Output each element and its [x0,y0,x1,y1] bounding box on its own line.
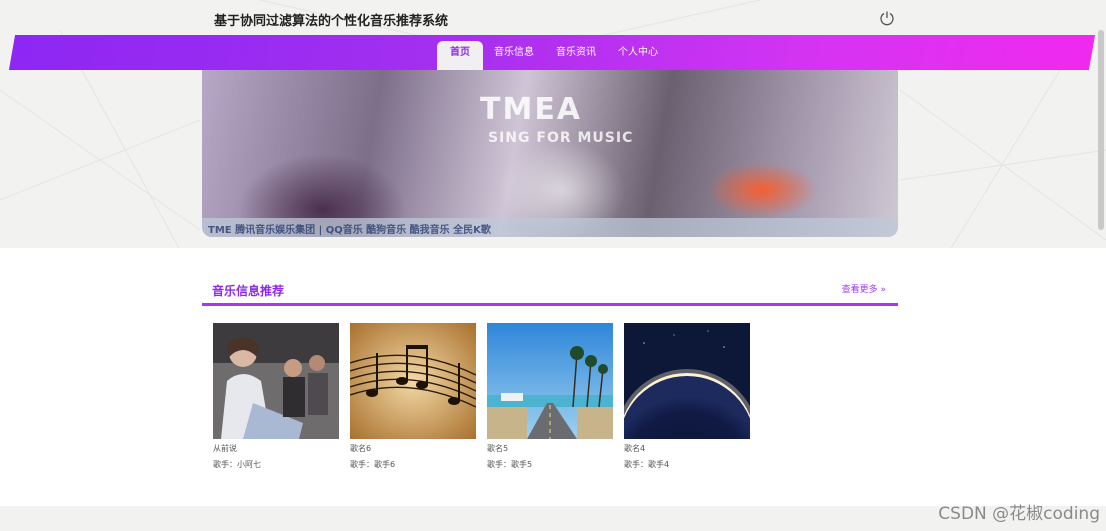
singer-photo-icon [213,323,339,439]
singer-name: 歌手：歌手6 [350,460,396,469]
content-area: 音乐信息推荐 查看更多 » 从前说 歌手：小阿七 歌名6 歌手：歌手6 歌名5 … [0,248,1106,506]
nav-item-music-info[interactable]: 音乐信息 [483,40,545,66]
music-card[interactable]: 歌名6 歌手：歌手6 [350,323,476,470]
music-notes-icon [350,323,476,439]
banner-subtitle: SING FOR MUSIC [488,130,634,146]
banner-carousel[interactable]: TMEA SING FOR MUSIC TME 腾讯音乐娱乐集团 | QQ音乐 … [202,70,898,237]
top-bar: 基于协同过滤算法的个性化音乐推荐系统 [0,0,1106,36]
album-cover[interactable] [213,323,339,439]
nav-item-personal-center[interactable]: 个人中心 [607,40,669,66]
page-scrollbar[interactable] [1098,30,1104,230]
song-name: 从前说 [213,444,237,453]
banner-sponsor-strip: TME 腾讯音乐娱乐集团 | QQ音乐 酷狗音乐 酷我音乐 全民K歌 [202,218,898,237]
song-name: 歌名4 [624,444,646,453]
main-nav: 首页 音乐信息 音乐资讯 个人中心 [0,35,1106,70]
singer-name: 歌手：歌手4 [624,460,670,469]
logout-button[interactable] [878,9,896,27]
banner-sponsor-text: TME 腾讯音乐娱乐集团 | QQ音乐 酷狗音乐 酷我音乐 全民K歌 [208,225,491,236]
music-card[interactable]: 歌名4 歌手：歌手4 [624,323,750,470]
singer-name: 歌手：歌手5 [487,460,533,469]
song-name: 歌名5 [487,444,509,453]
site-title: 基于协同过滤算法的个性化音乐推荐系统 [214,14,449,29]
album-cover[interactable] [624,323,750,439]
song-name: 歌名6 [350,444,372,453]
eclipse-icon [624,323,750,439]
album-cover[interactable] [487,323,613,439]
watermark-text: CSDN @花椒coding [938,504,1100,524]
banner-logo-text: TMEA [480,92,583,127]
palm-road-icon [487,323,613,439]
music-card[interactable]: 歌名5 歌手：歌手5 [487,323,613,470]
view-more-link[interactable]: 查看更多 » [842,282,886,295]
music-card[interactable]: 从前说 歌手：小阿七 [213,323,339,470]
singer-name: 歌手：小阿七 [213,460,261,469]
nav-item-home[interactable]: 首页 [437,41,483,70]
album-cover[interactable] [350,323,476,439]
power-icon [880,11,894,26]
nav-item-music-news[interactable]: 音乐资讯 [545,40,607,66]
section-header: 音乐信息推荐 查看更多 » [202,278,898,306]
section-title: 音乐信息推荐 [212,284,285,298]
